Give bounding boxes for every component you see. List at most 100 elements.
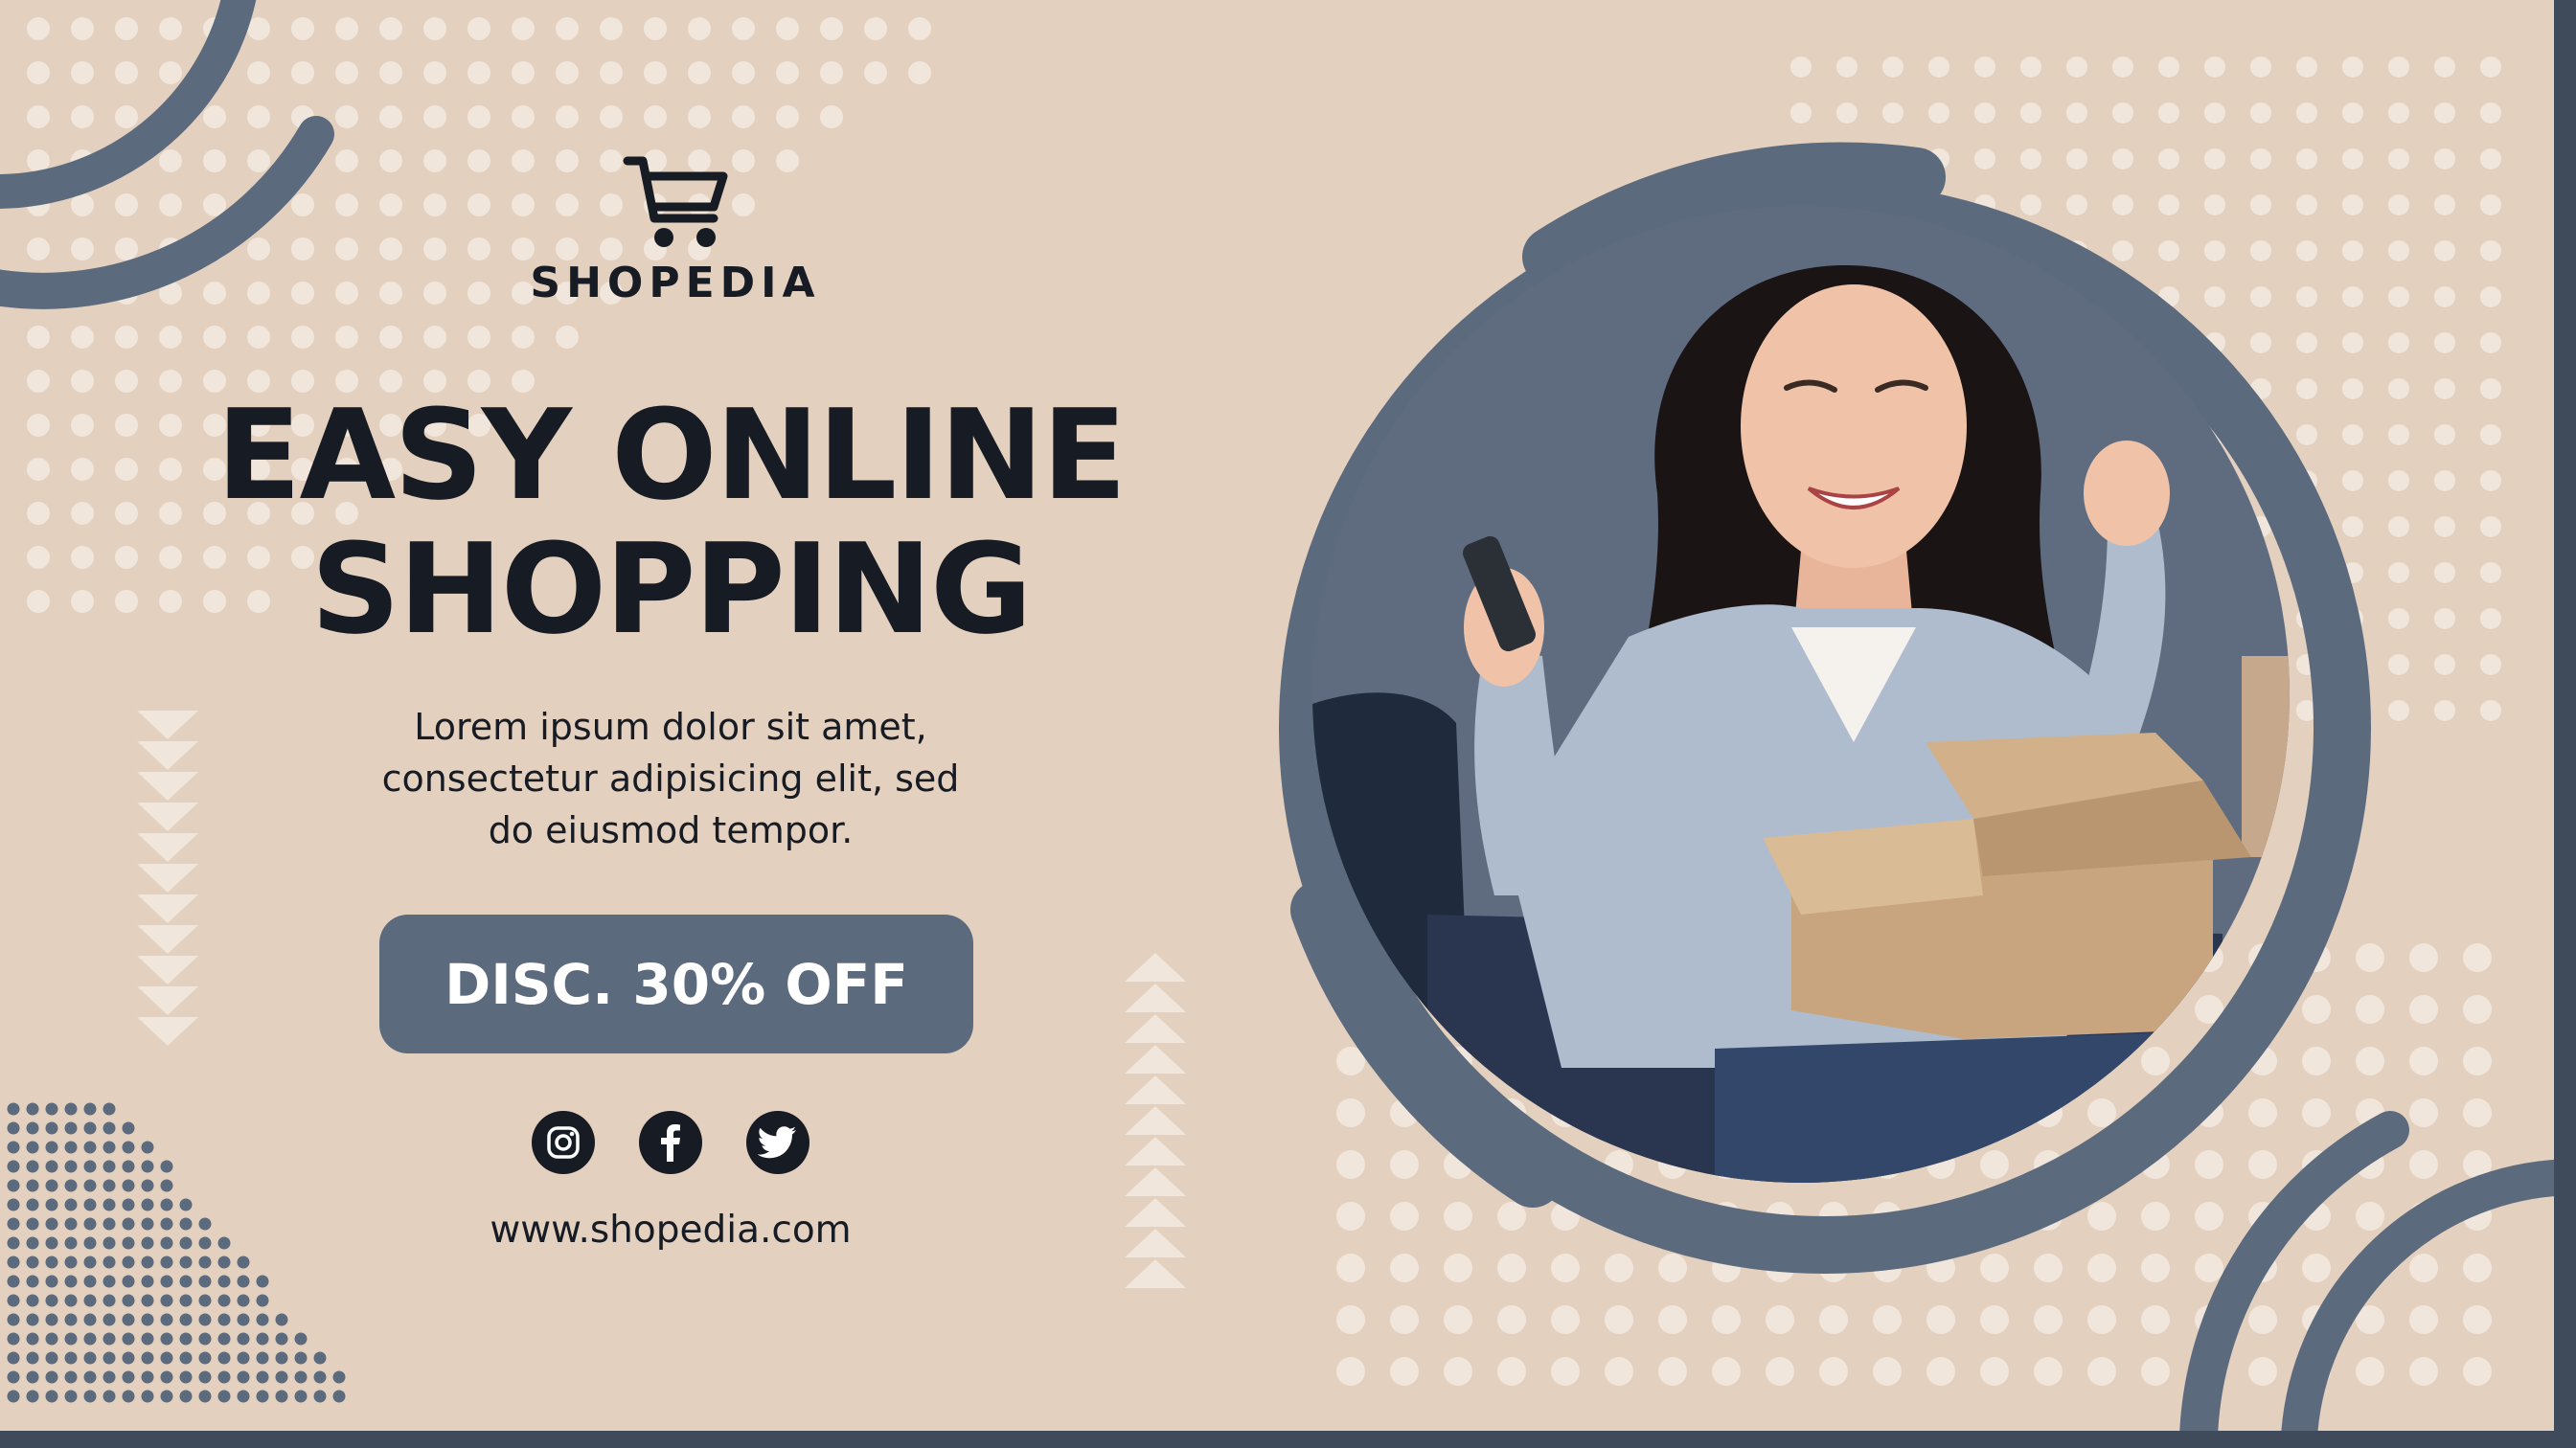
decor-dot xyxy=(115,193,138,216)
facebook-icon[interactable] xyxy=(639,1111,702,1174)
decor-dot xyxy=(45,1179,58,1192)
decor-chevron xyxy=(1125,1075,1186,1104)
decor-dot xyxy=(45,1256,58,1269)
decor-dot xyxy=(1882,57,1904,78)
decor-chevron xyxy=(1125,1198,1186,1227)
decor-dot xyxy=(2434,102,2455,124)
decor-dot xyxy=(1980,1357,2009,1386)
decor-dot xyxy=(423,193,446,216)
decor-dot xyxy=(122,1313,135,1326)
decor-dot xyxy=(556,326,579,349)
decor-dot xyxy=(2296,57,2317,78)
decor-dot xyxy=(198,1351,212,1365)
decor-dot xyxy=(423,17,446,40)
decor-dot xyxy=(2480,470,2501,491)
decor-dot xyxy=(423,326,446,349)
decor-dot xyxy=(2087,1098,2116,1127)
decor-chevron xyxy=(137,772,198,801)
decor-dot xyxy=(2112,194,2133,215)
decor-dot xyxy=(256,1294,269,1307)
decor-dot xyxy=(122,1256,135,1269)
decor-dot xyxy=(1766,1305,1794,1334)
instagram-icon[interactable] xyxy=(532,1111,595,1174)
decor-chevron xyxy=(137,1017,198,1046)
decor-dot xyxy=(1336,1150,1365,1179)
description-line-3: do eiusmod tempor. xyxy=(488,809,854,851)
decor-dot xyxy=(732,105,755,128)
decor-dot xyxy=(2480,194,2501,215)
decor-dot xyxy=(2195,1254,2223,1282)
decor-dot xyxy=(103,1198,116,1211)
decor-dot xyxy=(45,1351,58,1365)
decor-dot xyxy=(141,1141,154,1154)
decor-dot xyxy=(512,61,535,84)
decor-dot xyxy=(203,326,226,349)
decor-dot xyxy=(64,1141,78,1154)
decor-dot xyxy=(1836,57,1858,78)
decor-dot xyxy=(332,1370,346,1384)
decor-dot xyxy=(2388,57,2409,78)
decor-dot xyxy=(2250,57,2271,78)
decor-dot xyxy=(275,1332,288,1346)
decor-dot xyxy=(115,546,138,569)
decor-dot xyxy=(2112,102,2133,124)
decor-dot xyxy=(115,502,138,525)
decor-dot xyxy=(2388,516,2409,537)
decor-dot xyxy=(198,1332,212,1346)
decor-dot xyxy=(1926,1305,1955,1334)
decor-chevron xyxy=(1125,1259,1186,1288)
decor-dot xyxy=(2409,1047,2438,1075)
decor-dot xyxy=(335,193,358,216)
discount-button[interactable]: DISC. 30% OFF xyxy=(379,915,973,1053)
decor-dot xyxy=(644,17,667,40)
decor-dot xyxy=(335,17,358,40)
decor-dot xyxy=(1819,1305,1848,1334)
decor-dot xyxy=(379,326,402,349)
decor-dot xyxy=(83,1236,97,1250)
decor-dot xyxy=(2463,1098,2492,1127)
decor-dot xyxy=(379,149,402,172)
decor-dot xyxy=(908,61,931,84)
decor-dot xyxy=(2020,57,2041,78)
decor-dot xyxy=(2158,148,2179,170)
decor-dot xyxy=(26,1198,39,1211)
decor-dot xyxy=(2141,1357,2170,1386)
decor-dot xyxy=(335,326,358,349)
decor-dot xyxy=(1926,1357,1955,1386)
decor-dot xyxy=(26,1256,39,1269)
decor-dot xyxy=(45,1102,58,1116)
decor-dot xyxy=(141,1332,154,1346)
decor-dot xyxy=(160,1236,173,1250)
decor-dot xyxy=(7,1236,20,1250)
decor-dot xyxy=(2388,654,2409,675)
decor-dot xyxy=(256,1390,269,1403)
description-line-2: consectetur adipisicing elit, sed xyxy=(381,758,960,800)
decor-dot xyxy=(2087,1254,2116,1282)
decor-dot xyxy=(294,1370,308,1384)
decor-dot xyxy=(294,1390,308,1403)
decor-dot xyxy=(2250,240,2271,261)
decor-dot xyxy=(1712,1357,1741,1386)
decor-dot xyxy=(2342,57,2363,78)
decor-dot xyxy=(141,1198,154,1211)
decor-dot xyxy=(256,1370,269,1384)
brand-logo[interactable]: SHOPEDIA xyxy=(498,153,853,316)
decor-dot xyxy=(423,282,446,305)
decor-chevron xyxy=(137,833,198,862)
twitter-icon[interactable] xyxy=(746,1111,809,1174)
decor-dot xyxy=(2066,57,2087,78)
decor-dot xyxy=(103,1294,116,1307)
decor-dot xyxy=(467,238,490,260)
decor-dot xyxy=(83,1275,97,1288)
decor-dot xyxy=(2250,332,2271,353)
website-link[interactable]: www.shopedia.com xyxy=(431,1209,910,1252)
decor-dot xyxy=(217,1390,231,1403)
description: Lorem ipsum dolor sit amet, consectetur … xyxy=(287,701,1054,856)
decor-dot xyxy=(26,1351,39,1365)
decor-dot xyxy=(203,282,226,305)
decor-dot xyxy=(27,326,50,349)
decor-dot xyxy=(122,1351,135,1365)
decor-dot xyxy=(237,1351,250,1365)
decor-dot xyxy=(115,414,138,437)
decor-dot xyxy=(423,105,446,128)
